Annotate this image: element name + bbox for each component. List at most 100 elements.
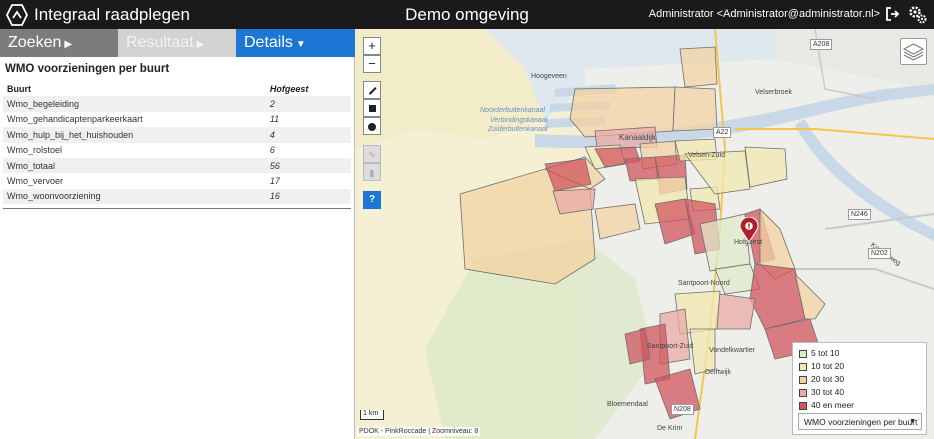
draw-polygon-button[interactable] <box>363 99 381 117</box>
map-label-bloemendaal: Bloemendaal <box>607 401 648 408</box>
tab-details[interactable]: Details ▼ <box>236 29 355 57</box>
map-label-noorderbuitenkanaal: Noorderbuitenkanaal <box>480 107 545 114</box>
panel-divider <box>3 208 351 209</box>
table-row: Wmo_vervoer 17 <box>3 173 351 188</box>
map-label-delftwijk: Delftwijk <box>705 369 732 376</box>
scale-bar: 1 km <box>360 410 384 420</box>
tab-zoeken-label: Zoeken <box>8 34 62 51</box>
road-label-a22: A22 <box>713 127 732 138</box>
edit-icon: ✎ <box>368 150 376 160</box>
row-value: 17 <box>269 176 280 187</box>
legend-item: 5 tot 10 <box>799 348 839 360</box>
legend-label: 30 tot 40 <box>811 387 845 397</box>
chevron-right-icon: ▶ <box>196 39 205 50</box>
square-icon <box>368 105 376 113</box>
settings-gear-icon[interactable] <box>907 4 928 25</box>
legend-swatch <box>799 375 807 384</box>
delete-button[interactable]: ▮ <box>363 163 381 181</box>
map-label-velserbroek: Velserbroek <box>755 89 792 96</box>
layer-switcher-button[interactable] <box>900 38 927 65</box>
map-label-zuiderbuitenkanaal: Zuiderbuitenkanaal <box>488 126 548 133</box>
tab-resultaat-label: Resultaat <box>126 34 194 51</box>
trash-icon: ▮ <box>369 168 375 178</box>
tab-zoeken[interactable]: Zoeken ▶ <box>0 29 118 57</box>
map-label-vondelkwartier: Vondelkwartier <box>709 347 755 354</box>
row-name: Wmo_begeleiding <box>3 96 266 112</box>
legend-item: 20 tot 30 <box>799 374 844 386</box>
column-header-value: Hofgeest <box>269 83 309 94</box>
table-row: Wmo_hulp_bij_het_huishouden 4 <box>3 127 351 143</box>
road-label-n246: N246 <box>848 209 871 220</box>
road-label-n208: N208 <box>671 404 694 415</box>
legend-swatch <box>799 362 807 371</box>
row-value: 6 <box>269 145 275 156</box>
zoom-in-button[interactable]: + <box>363 37 381 55</box>
tab-resultaat[interactable]: Resultaat ▶ <box>118 29 236 57</box>
logout-icon[interactable] <box>885 6 901 22</box>
row-value: 11 <box>269 114 280 125</box>
map-label-santpoort-zuid: Santpoort-Zuid <box>647 343 694 350</box>
row-name: Wmo_woonvoorziening <box>3 188 266 205</box>
map-label-hoogeveen: Hoogeveen <box>531 73 567 80</box>
chevron-right-icon: ▶ <box>64 39 73 50</box>
top-bar: Integraal raadplegen Demo omgeving Admin… <box>0 0 934 29</box>
road-label-n202: N202 <box>868 248 891 259</box>
draw-point-button[interactable] <box>363 117 381 135</box>
row-name: Wmo_gehandicaptenparkeerkaart <box>7 114 143 125</box>
table-row: Wmo_gehandicaptenparkeerkaart 11 <box>3 112 351 127</box>
table-row: Wmo_begeleiding 2 <box>3 96 351 112</box>
map-marker-icon[interactable] <box>739 217 759 243</box>
map-attribution: PDOK - PinkRoccade | Zoomniveau: 8 <box>357 427 481 436</box>
legend-layer-select[interactable]: WMO voorzieningen per buurt ▼ <box>798 413 922 430</box>
legend-label: 40 en meer <box>811 400 854 410</box>
zoom-out-button[interactable]: − <box>363 55 381 73</box>
table-row: Wmo_woonvoorziening 16 <box>3 188 351 205</box>
circle-icon <box>368 122 376 131</box>
legend-label: 20 tot 30 <box>811 374 845 384</box>
map-view[interactable]: Hoogeveen Noorderbuitenkanaal Verbinding… <box>355 29 934 439</box>
table-row: Wmo_totaal 56 <box>3 157 351 174</box>
draw-line-button[interactable] <box>363 81 381 99</box>
map-label-santpoort-noord: Santpoort-Noord <box>678 280 730 287</box>
map-label-velsen-zuid: Velsen-Zuid <box>688 152 725 159</box>
app-title: Integraal raadplegen <box>34 5 190 24</box>
row-value: 2 <box>265 96 351 112</box>
row-name: Wmo_vervoer <box>7 176 64 187</box>
legend-label: 5 tot 10 <box>811 348 840 358</box>
legend-item: 40 en meer <box>799 400 854 412</box>
column-header-buurt: Buurt <box>7 83 31 94</box>
app-logo-icon <box>6 4 28 26</box>
row-value: 56 <box>265 157 351 174</box>
details-title: WMO voorzieningen per buurt <box>5 63 170 75</box>
layers-icon <box>902 43 925 61</box>
map-legend: 5 tot 10 10 tot 20 20 tot 30 30 tot 40 4… <box>792 342 927 435</box>
legend-swatch <box>799 388 807 397</box>
edit-button[interactable]: ✎ <box>363 145 381 163</box>
draw-line-icon <box>368 86 376 95</box>
user-name: Administrator <Administrator@administrat… <box>648 8 880 20</box>
map-label-verbindingskanaal: Verbindingskanaal <box>490 117 548 124</box>
help-button[interactable]: ? <box>363 191 381 209</box>
row-value: 16 <box>265 188 351 205</box>
tab-details-label: Details <box>244 34 293 51</box>
row-value: 4 <box>265 127 351 143</box>
legend-item: 30 tot 40 <box>799 387 844 399</box>
legend-swatch <box>799 401 807 410</box>
panel-tabs: Zoeken ▶ Resultaat ▶ Details ▼ <box>0 29 355 57</box>
caret-down-icon: ▼ <box>909 418 916 425</box>
legend-item: 10 tot 20 <box>799 361 844 373</box>
details-panel: WMO voorzieningen per buurt Buurt Hofgee… <box>0 57 355 439</box>
legend-label: 10 tot 20 <box>811 361 845 371</box>
row-name: Wmo_rolstoel <box>7 145 63 156</box>
table-row: Wmo_rolstoel 6 <box>3 143 351 158</box>
legend-swatch <box>799 349 807 358</box>
table-header-row: Buurt Hofgeest <box>3 81 351 96</box>
row-name: Wmo_totaal <box>3 157 266 174</box>
legend-select-value: WMO voorzieningen per buurt <box>804 417 918 427</box>
map-label-de-krim: De Krim <box>657 425 683 432</box>
chevron-down-icon: ▼ <box>295 39 306 50</box>
map-label-kanaaldijk: Kanaaldijk <box>619 133 656 142</box>
road-label-a208: A208 <box>810 39 833 50</box>
details-table: Buurt Hofgeest Wmo_begeleiding 2 Wmo_geha… <box>3 81 351 205</box>
row-name: Wmo_hulp_bij_het_huishouden <box>3 127 266 143</box>
